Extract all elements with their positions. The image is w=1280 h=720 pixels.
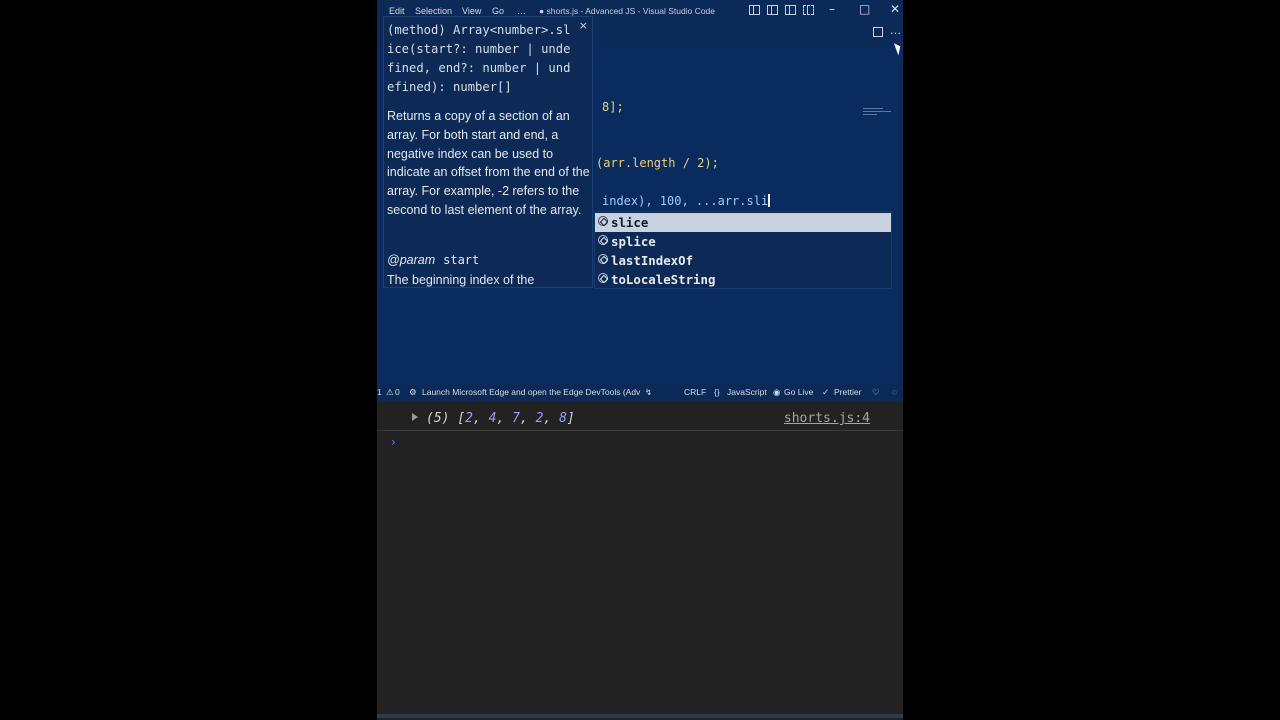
param-tag: @param	[387, 253, 436, 267]
hover-documentation[interactable]: (method) Array<number>.sl ice(start?: nu…	[383, 16, 593, 288]
method-signature: (method) Array<number>.sl ice(start?: nu…	[387, 23, 571, 94]
param-name: start	[443, 253, 480, 267]
menu-selection[interactable]: Selection	[415, 6, 452, 16]
maximize-button[interactable]: □	[859, 2, 870, 16]
status-warnings[interactable]: 0	[395, 387, 400, 397]
source-link[interactable]: shorts.js:4	[784, 411, 870, 426]
minimap[interactable]	[863, 108, 893, 120]
status-eol[interactable]: CRLF	[684, 387, 706, 397]
feedback-icon[interactable]: ♡	[872, 387, 880, 398]
launch-config[interactable]: Launch Microsoft Edge and open the Edge …	[422, 387, 640, 397]
suggestion-item-slice[interactable]: slice	[595, 213, 891, 232]
param-doc: @param start	[387, 253, 479, 267]
text-cursor	[768, 194, 771, 207]
go-live-button[interactable]: Go Live	[784, 387, 813, 397]
debug-icon: ⚙	[409, 387, 417, 397]
code-line: 8];	[602, 100, 624, 114]
method-icon	[598, 216, 608, 226]
console-output[interactable]: (5) [2, 4, 7, 2, 8]	[426, 411, 575, 426]
suggestion-item-splice[interactable]: splice	[595, 232, 891, 251]
devtools-console[interactable]: (5) [2, 4, 7, 2, 8] shorts.js:4 ›	[377, 401, 903, 720]
split-editor-icon[interactable]	[873, 27, 883, 37]
method-description: Returns a copy of a section of an array.…	[387, 109, 590, 217]
menu-view[interactable]: View	[462, 6, 481, 16]
close-icon[interactable]: ×	[579, 19, 588, 32]
vscode-window: Edit Selection View Go … ● shorts.js - A…	[377, 0, 903, 720]
menu-more[interactable]: …	[517, 6, 526, 16]
console-prompt[interactable]: ›	[391, 435, 396, 449]
status-bar: 1 ⚠ 0 ⚙ Launch Microsoft Edge and open t…	[377, 384, 903, 401]
toggle-panel-icon[interactable]	[767, 5, 778, 15]
sync-icon[interactable]: ↯	[645, 387, 652, 398]
method-icon	[598, 273, 608, 283]
check-icon: ✓	[822, 387, 830, 397]
toggle-sidebar-icon[interactable]	[749, 5, 760, 15]
broadcast-icon: ◉	[773, 387, 781, 397]
prettier-button[interactable]: Prettier	[834, 387, 861, 397]
suggestion-widget[interactable]: slice splice lastIndexOf toLocaleString	[594, 211, 892, 289]
console-log-row: (5) [2, 4, 7, 2, 8] shorts.js:4	[377, 409, 903, 431]
menu-edit[interactable]: Edit	[389, 6, 405, 16]
method-icon	[598, 235, 608, 245]
window-title: ● shorts.js - Advanced JS - Visual Studi…	[539, 6, 716, 16]
close-window-button[interactable]: ✕	[890, 2, 900, 16]
braces-icon: {}	[714, 387, 720, 397]
status-language[interactable]: JavaScript	[727, 387, 767, 397]
more-actions-icon[interactable]: …	[890, 24, 901, 37]
customize-layout-icon[interactable]	[803, 5, 814, 15]
code-line: (arr.length / 2);	[596, 156, 719, 170]
bottom-border	[377, 714, 903, 718]
suggestion-item-lastindexof[interactable]: lastIndexOf	[595, 251, 891, 270]
expand-arrow-icon[interactable]	[412, 413, 418, 421]
code-line-current: index), 100, ...arr.sli	[602, 194, 771, 208]
menu-go[interactable]: Go	[492, 6, 504, 16]
suggestion-item-tolocalestring[interactable]: toLocaleString	[595, 270, 891, 289]
param-description: The beginning index of the	[387, 273, 535, 287]
notifications-icon[interactable]: ◌	[892, 387, 897, 397]
status-errors[interactable]: 1	[377, 387, 382, 397]
toggle-secondary-sidebar-icon[interactable]	[785, 5, 796, 15]
minimize-button[interactable]: –	[829, 2, 835, 16]
warning-icon[interactable]: ⚠	[386, 387, 394, 398]
method-icon	[598, 254, 608, 264]
